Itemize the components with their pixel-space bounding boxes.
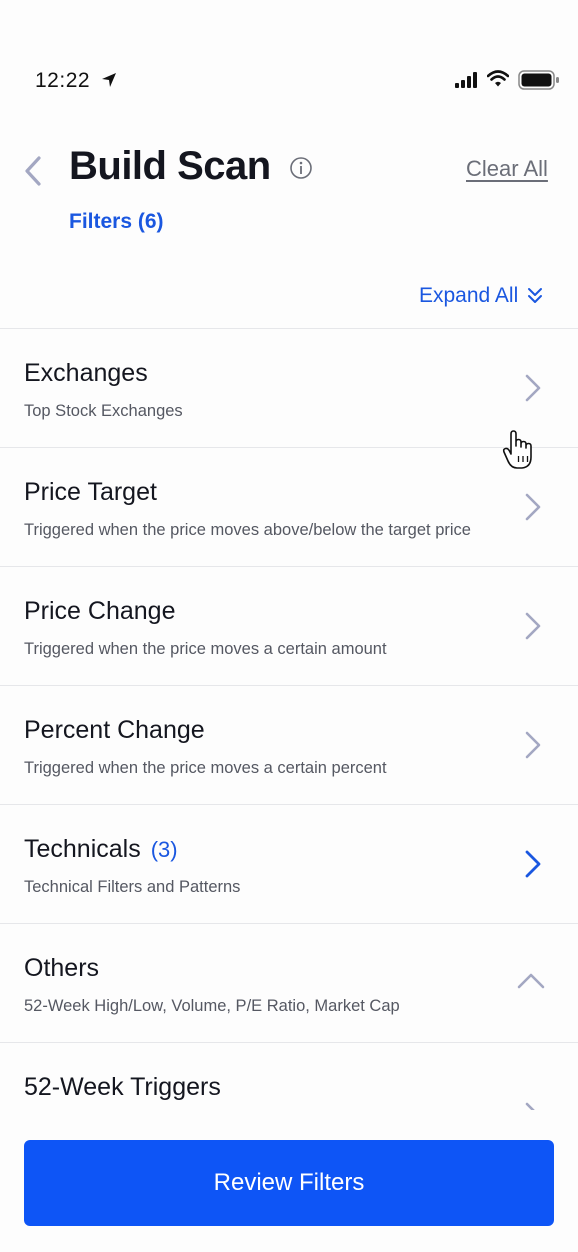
filter-row-technicals[interactable]: Technicals (3) Technical Filters and Patt… [0,805,578,924]
filter-subtitle: Triggered when the price moves a certain… [24,640,387,658]
chevron-right-icon [525,850,541,878]
filter-subtitle: Top Stock Exchanges [24,402,183,420]
info-icon[interactable] [289,156,313,180]
double-chevron-down-icon [528,288,543,303]
filter-row-price-change[interactable]: Price Change Triggered when the price mo… [0,567,578,686]
chevron-right-icon [525,731,541,759]
bottom-bar: Review Filters [0,1110,578,1252]
filter-list: Exchanges Top Stock Exchanges Price Targ… [0,328,578,1110]
chevron-right-icon [525,1102,535,1110]
filter-row-52-week-triggers[interactable]: 52-Week Triggers [0,1043,578,1110]
status-bar: 12:22 [0,60,578,100]
battery-icon [518,70,559,90]
filter-title: Percent Change [24,716,205,744]
chevron-right-icon [525,493,541,521]
filter-title: Price Change [24,597,176,625]
signal-icon [455,72,477,88]
filter-row-others[interactable]: Others 52-Week High/Low, Volume, P/E Rat… [0,924,578,1043]
filter-title: Price Target [24,478,157,506]
filter-title: 52-Week Triggers [24,1073,221,1101]
clear-all-link[interactable]: Clear All [466,156,548,182]
filter-subtitle: 52-Week High/Low, Volume, P/E Ratio, Mar… [24,997,400,1015]
hand-cursor-icon [502,430,532,469]
filter-row-price-target[interactable]: Price Target Triggered when the price mo… [0,448,578,567]
page-title: Build Scan [69,144,271,188]
filter-title: Others [24,954,100,982]
filter-row-exchanges[interactable]: Exchanges Top Stock Exchanges [0,329,578,448]
wifi-icon [487,70,509,87]
filter-row-percent-change[interactable]: Percent Change Triggered when the price … [0,686,578,805]
expand-all-label: Expand All [419,284,519,307]
filter-subtitle: Triggered when the price moves above/bel… [24,521,471,539]
location-arrow-icon [102,73,116,87]
filters-count: Filters (6) [69,210,164,233]
filter-subtitle: Technical Filters and Patterns [24,878,241,896]
filter-subtitle: Triggered when the price moves a certain… [24,759,387,777]
chevron-up-icon [517,973,545,989]
chevron-right-icon [525,374,541,402]
filter-count-badge: (3) [150,837,178,862]
review-filters-button[interactable]: Review Filters [24,1140,554,1226]
chevron-right-icon [525,612,541,640]
filter-title: Exchanges [24,359,148,387]
status-time: 12:22 [35,69,91,92]
filter-title: Technicals (3) [24,835,178,863]
back-chevron-icon[interactable] [22,155,44,187]
expand-all-button[interactable]: Expand All [419,284,544,308]
